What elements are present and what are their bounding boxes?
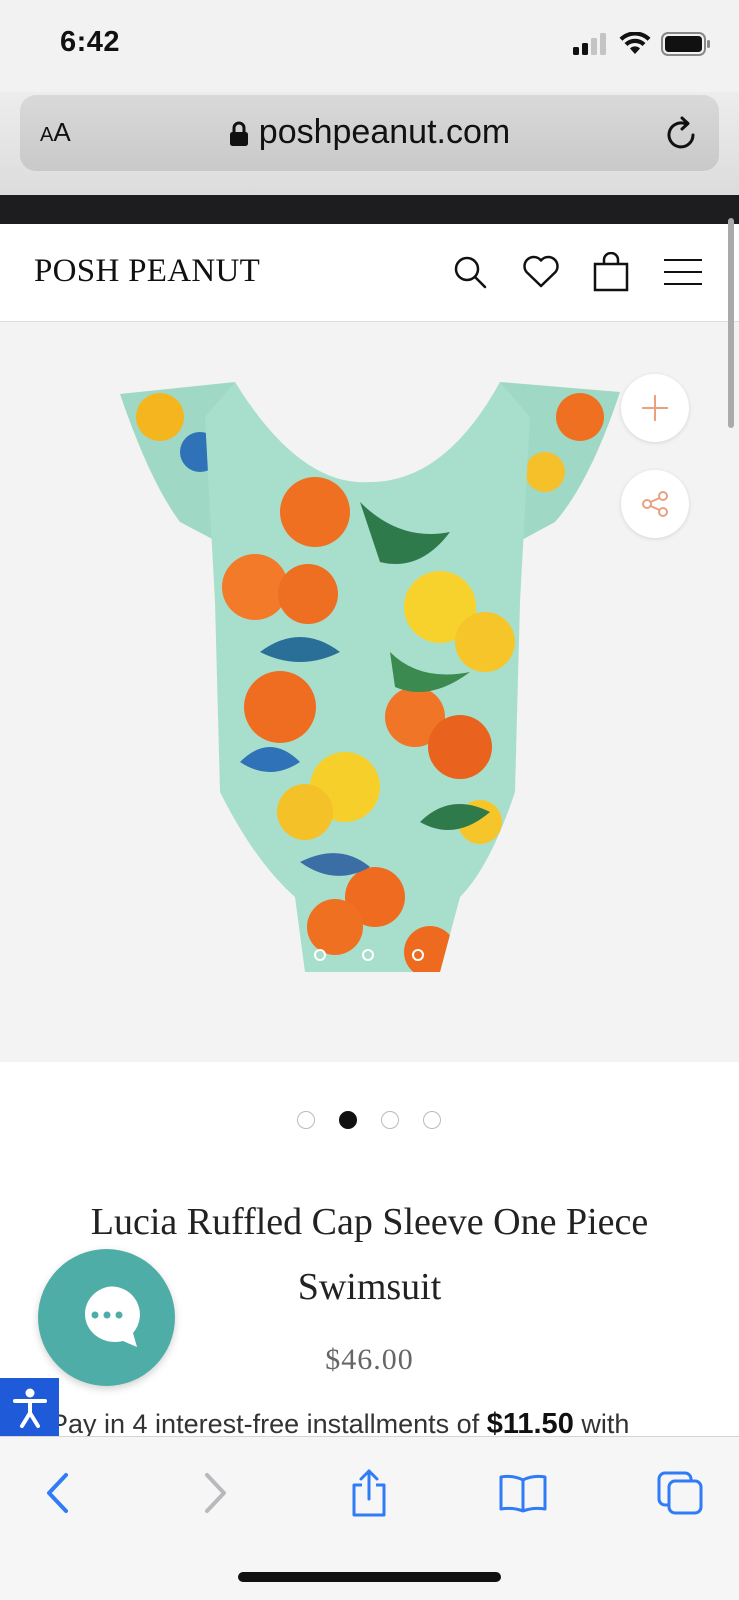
gallery-dot[interactable] bbox=[423, 1111, 441, 1129]
battery-icon bbox=[661, 32, 710, 56]
installments-amount: $11.50 bbox=[486, 1408, 574, 1438]
site-header: POSH PEANUT bbox=[0, 224, 739, 322]
share-page-button[interactable] bbox=[339, 1465, 399, 1521]
chat-icon bbox=[84, 1286, 140, 1347]
product-gallery[interactable] bbox=[0, 322, 739, 1062]
share-icon bbox=[642, 491, 668, 517]
chat-button[interactable] bbox=[38, 1249, 175, 1386]
status-icons bbox=[573, 32, 711, 56]
status-bar: 6:42 bbox=[0, 0, 739, 92]
menu-icon[interactable] bbox=[663, 252, 703, 292]
zoom-button[interactable] bbox=[621, 374, 689, 442]
brand-logo[interactable]: POSH PEANUT bbox=[34, 253, 260, 290]
status-time: 6:42 bbox=[60, 26, 121, 58]
installments-suffix: with bbox=[581, 1409, 630, 1438]
url-text: poshpeanut.com bbox=[258, 113, 511, 151]
gallery-dot[interactable] bbox=[381, 1111, 399, 1129]
heart-icon[interactable] bbox=[521, 252, 561, 292]
installments-prefix: Pay in 4 interest-free installments of bbox=[50, 1409, 480, 1438]
plus-icon bbox=[642, 395, 668, 421]
gallery-dot[interactable] bbox=[297, 1111, 315, 1129]
gallery-dot[interactable] bbox=[339, 1111, 357, 1129]
forward-button[interactable] bbox=[185, 1465, 245, 1521]
reload-icon[interactable] bbox=[665, 115, 699, 151]
installments-text: Pay in 4 interest-free installments of $… bbox=[50, 1408, 739, 1438]
address-bar[interactable]: AA poshpeanut.com bbox=[20, 95, 719, 171]
accessibility-icon bbox=[12, 1388, 47, 1428]
forward-icon bbox=[205, 1473, 226, 1513]
signal-icon bbox=[573, 33, 606, 55]
tabs-button[interactable] bbox=[650, 1465, 710, 1521]
share-product-button[interactable] bbox=[621, 470, 689, 538]
tabs-icon bbox=[657, 1471, 703, 1515]
bookmarks-icon bbox=[499, 1474, 547, 1513]
product-image[interactable] bbox=[0, 322, 739, 1062]
lock-icon bbox=[229, 121, 248, 147]
scroll-indicator bbox=[728, 218, 734, 428]
accessibility-button[interactable] bbox=[0, 1378, 59, 1437]
share-icon bbox=[352, 1469, 386, 1517]
back-icon bbox=[47, 1473, 68, 1513]
url-field[interactable]: poshpeanut.com bbox=[20, 113, 719, 152]
home-indicator bbox=[238, 1572, 501, 1582]
gallery-pagination bbox=[297, 1111, 441, 1129]
bookmarks-button[interactable] bbox=[493, 1465, 553, 1521]
back-button[interactable] bbox=[28, 1465, 88, 1521]
search-icon[interactable] bbox=[450, 252, 490, 292]
bag-icon[interactable] bbox=[591, 252, 631, 292]
announcement-bar bbox=[0, 195, 739, 224]
wifi-icon bbox=[619, 32, 651, 54]
browser-toolbar: AA poshpeanut.com bbox=[0, 92, 739, 195]
